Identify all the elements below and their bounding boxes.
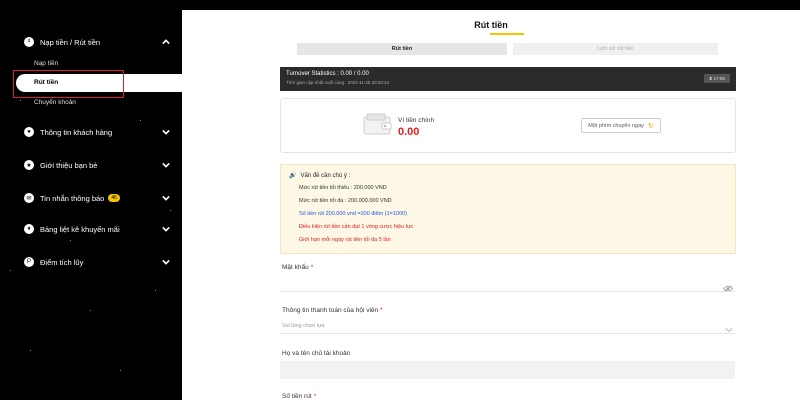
sidebar-item-promotions[interactable]: ♦ Bảng liệt kê khuyến mãi <box>0 218 182 240</box>
main-content: Rút tiền Rút tiền Lịch sử rút tiền Turno… <box>182 10 800 400</box>
notice-box: 🔊 Vấn đề cần chú ý : Mức rút tiền tối th… <box>280 164 736 254</box>
sidebar-item-label: Giới thiệu bạn bè <box>40 160 98 170</box>
refresh-icon: ↻ <box>647 122 654 130</box>
points-icon: P <box>24 257 34 267</box>
turnover-clock: ⧗ 17:06 <box>704 74 730 83</box>
chevron-down-icon <box>162 225 170 233</box>
payment-select[interactable]: Vui lòng chọn lựa <box>280 318 735 334</box>
sidebar-item-deposit-withdraw[interactable]: ₫ Nạp tiền / Rút tiền <box>0 31 182 53</box>
sidebar: ₫ Nạp tiền / Rút tiền Nạp tiền Rút tiền … <box>0 10 182 400</box>
page-title: Rút tiền <box>474 20 508 30</box>
account-name-input[interactable] <box>280 361 735 379</box>
turnover-updated: Thời gian cập nhật cuối cùng : 2024-11-2… <box>286 80 390 85</box>
chevron-down-icon <box>162 258 170 266</box>
chevron-down-icon <box>162 128 170 136</box>
sidebar-item-points[interactable]: P Điểm tích lũy <box>0 251 182 273</box>
top-bar <box>0 0 800 10</box>
sidebar-item-label: Thông tin khách hàng <box>40 127 113 137</box>
required-mark: * <box>313 393 317 400</box>
notice-title-text: Vấn đề cần chú ý : <box>300 172 351 179</box>
turnover-time: 17:06 <box>713 76 725 81</box>
chevron-down-icon <box>725 321 733 333</box>
button-label: Một phím chuyển ngay <box>588 122 644 129</box>
notice-points: Số tiền rút 200.000 vnd =200 điểm (1=100… <box>299 211 407 217</box>
turnover-panel: Turnover Statistics : 0.00 / 0.00 Thời g… <box>280 67 736 91</box>
payment-placeholder: Vui lòng chọn lựa <box>282 323 325 329</box>
wallet-icon: ₫ <box>24 37 34 47</box>
sidebar-item-label: Nạp tiền / Rút tiền <box>40 37 101 47</box>
notification-badge: 46 <box>108 194 120 202</box>
friends-icon: ★ <box>24 160 34 170</box>
account-name-label: Họ và tên chủ tài khoản <box>282 350 351 357</box>
sidebar-item-customer-info[interactable]: ● Thông tin khách hàng <box>0 121 182 143</box>
notice-title: 🔊 Vấn đề cần chú ý : <box>289 172 727 180</box>
sidebar-item-deposit[interactable]: Nạp tiền <box>34 60 58 67</box>
tab-withdraw-history[interactable]: Lịch sử rút tiền <box>513 43 718 55</box>
chevron-down-icon <box>162 194 170 202</box>
message-icon: ✉ <box>24 193 34 203</box>
label-text: Số tiền rút <box>282 393 312 400</box>
wallet-icon <box>363 113 393 135</box>
sidebar-item-label: Bảng liệt kê khuyến mãi <box>40 224 120 234</box>
user-icon: ● <box>24 127 34 137</box>
notice-min: Mức rút tiền tối thiểu : 200.000 VND <box>299 185 387 191</box>
speaker-icon: 🔊 <box>289 173 297 179</box>
chevron-up-icon <box>162 38 170 46</box>
password-field[interactable] <box>280 276 735 292</box>
notice-max: Mức rút tiền tối đa : 200.000.000 VND <box>299 198 392 204</box>
label-text: Mật khẩu <box>282 264 309 271</box>
sidebar-item-refer-friends[interactable]: ★ Giới thiệu bạn bè <box>0 154 182 176</box>
wallet-label: Ví tiền chính <box>398 117 435 124</box>
required-mark: * <box>380 307 383 314</box>
amount-label: Số tiền rút * <box>282 393 316 400</box>
turnover-stats: Turnover Statistics : 0.00 / 0.00 <box>286 71 369 77</box>
chevron-down-icon <box>162 161 170 169</box>
title-underline <box>490 33 524 35</box>
quick-transfer-button[interactable]: Một phím chuyển ngay ↻ <box>581 118 661 133</box>
sidebar-item-notifications[interactable]: ✉ Tin nhắn thông báo 46 <box>0 187 182 209</box>
wallet-amount: 0.00 <box>398 126 420 138</box>
label-text: Thông tin thanh toán của hội viên <box>282 307 379 314</box>
notice-condition: Điều kiện rút tiền cần đạt 1 vòng cược h… <box>299 224 414 230</box>
sidebar-item-label: Điểm tích lũy <box>40 257 84 267</box>
tab-withdraw[interactable]: Rút tiền <box>297 43 507 55</box>
required-mark: * <box>310 264 314 271</box>
gift-icon: ♦ <box>24 224 34 234</box>
payment-label: Thông tin thanh toán của hội viên * <box>282 307 383 314</box>
highlight-box <box>13 70 124 98</box>
eye-icon[interactable] <box>722 279 734 292</box>
password-label: Mật khẩu * <box>282 264 313 271</box>
wallet-card: Ví tiền chính 0.00 Một phím chuyển ngay … <box>280 98 736 153</box>
sidebar-item-transfer[interactable]: Chuyển khoản <box>34 99 76 106</box>
notice-limit: Giới hạn mỗi ngày rút tiền tối đa 5 lần <box>299 237 391 243</box>
sidebar-item-label: Tin nhắn thông báo <box>40 193 105 203</box>
